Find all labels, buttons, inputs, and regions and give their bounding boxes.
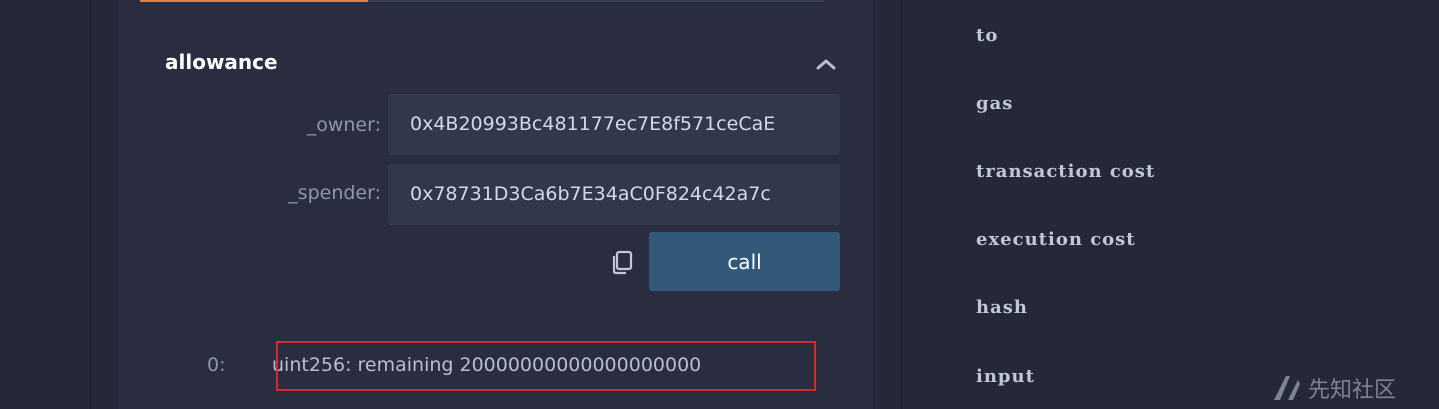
watermark-text: 先知社区	[1308, 378, 1397, 403]
result-highlight-box	[276, 341, 816, 391]
collapse-button[interactable]	[812, 52, 840, 76]
spender-label: _spender:	[288, 182, 381, 204]
transaction-details-panel	[902, 0, 1439, 409]
copy-icon[interactable]	[609, 249, 635, 275]
left-gutter	[0, 0, 90, 409]
left-divider	[90, 0, 91, 409]
chevron-up-icon	[816, 59, 836, 70]
owner-input[interactable]: 0x4B20993Bc481177ec7E8f571ceCaE	[388, 94, 840, 155]
tx-label-hash: hash	[976, 297, 1028, 318]
tx-label-gas: gas	[976, 93, 1014, 114]
active-tab-indicator[interactable]	[140, 0, 368, 2]
tx-label-execution-cost: execution cost	[976, 229, 1136, 250]
card-gutter	[873, 0, 901, 409]
function-title: allowance	[165, 50, 278, 74]
call-button[interactable]: call	[649, 232, 840, 291]
watermark: 先知社区	[1272, 372, 1396, 404]
watermark-logo-icon	[1274, 376, 1300, 400]
tx-label-transaction-cost: transaction cost	[976, 161, 1156, 182]
tx-label-to: to	[976, 25, 999, 46]
owner-label: _owner:	[306, 114, 381, 136]
tx-label-input: input	[976, 366, 1035, 387]
result-index: 0:	[207, 354, 226, 376]
spender-input[interactable]: 0x78731D3Ca6b7E34aC0F824c42a7c	[388, 164, 840, 225]
